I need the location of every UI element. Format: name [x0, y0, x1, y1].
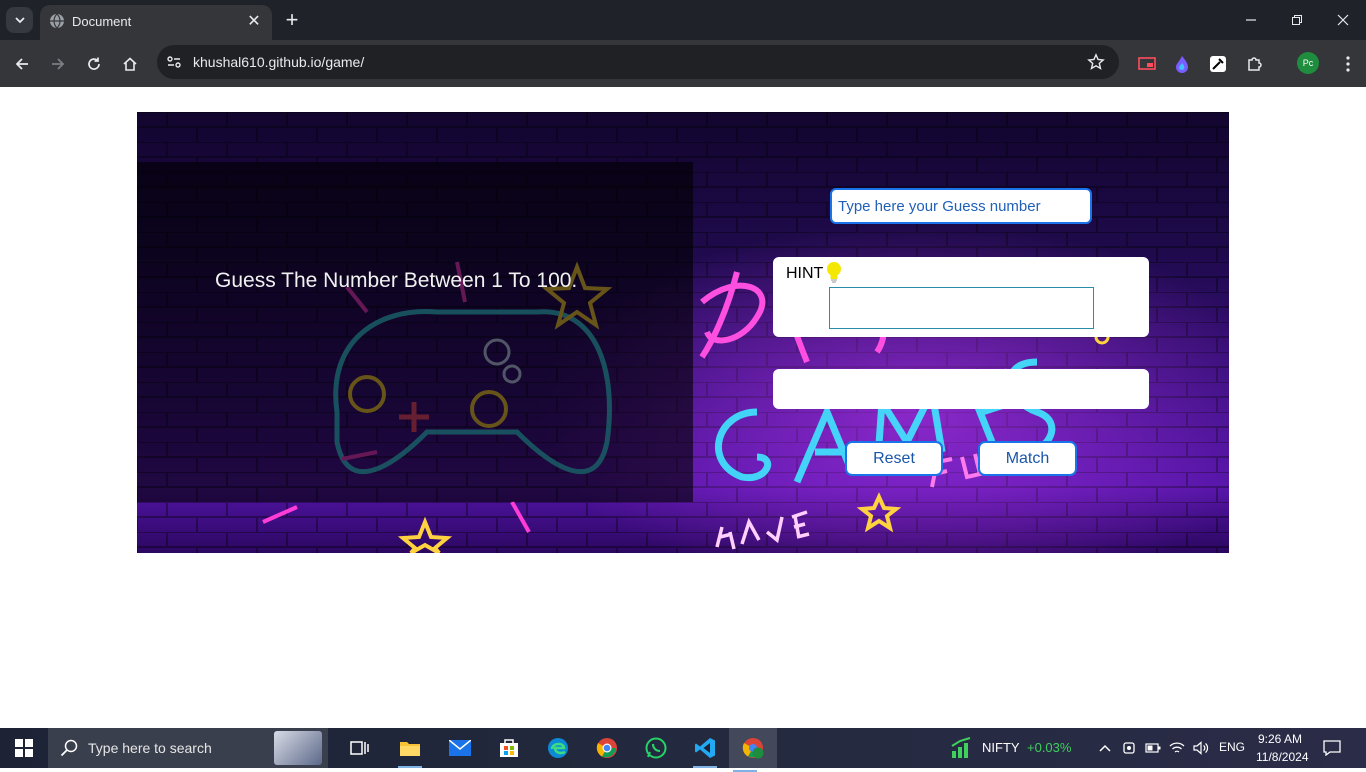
- result-display: [773, 369, 1149, 409]
- arrow-right-icon: [52, 58, 65, 70]
- close-icon: [1337, 14, 1349, 26]
- browser-menu-button[interactable]: [1334, 50, 1362, 78]
- start-button[interactable]: [0, 728, 48, 768]
- guess-input[interactable]: [830, 188, 1092, 224]
- hint-box: HINT: [773, 257, 1149, 337]
- extensions-button[interactable]: [1240, 50, 1268, 78]
- clock-date[interactable]: 11/8/2024: [1256, 750, 1309, 764]
- game-instruction: Guess The Number Between 1 To 100.: [215, 269, 578, 292]
- site-settings-icon[interactable]: [165, 53, 183, 71]
- tab-document[interactable]: Document ✕: [40, 5, 272, 40]
- instruction-panel: [137, 162, 693, 502]
- minimize-button[interactable]: [1228, 6, 1274, 34]
- arrow-left-icon: [15, 58, 28, 70]
- chrome-icon: [596, 738, 617, 758]
- task-view-button[interactable]: [344, 732, 376, 764]
- windows-logo-icon: [15, 739, 33, 757]
- home-icon: [123, 57, 137, 71]
- profile-avatar[interactable]: Pc: [1297, 52, 1319, 74]
- whatsapp-icon: [645, 737, 667, 759]
- forward-button[interactable]: [44, 50, 72, 78]
- search-placeholder: Type here to search: [88, 740, 212, 756]
- close-window-button[interactable]: [1320, 6, 1366, 34]
- nifty-change[interactable]: +0.03%: [1027, 740, 1071, 755]
- search-highlight-image: [274, 731, 322, 765]
- camera-icon[interactable]: [1120, 739, 1138, 757]
- url-text: khushal610.github.io/game/: [193, 54, 365, 70]
- nifty-label[interactable]: NIFTY: [982, 740, 1020, 755]
- microsoft-store-app[interactable]: [493, 732, 525, 764]
- search-icon: [60, 739, 78, 757]
- wifi-icon[interactable]: [1168, 739, 1186, 757]
- tab-title: Document: [72, 14, 132, 29]
- web-page: Guess The Number Between 1 To 100. HINT …: [0, 87, 1366, 728]
- language-indicator[interactable]: ENG: [1219, 740, 1245, 754]
- reset-button[interactable]: Reset: [845, 441, 943, 476]
- copilot-extension-button[interactable]: [1168, 50, 1196, 78]
- address-bar[interactable]: khushal610.github.io/game/: [157, 45, 1119, 79]
- browser-tab-bar: Document ✕ +: [0, 0, 1366, 40]
- vscode-icon: [695, 738, 715, 758]
- reload-button[interactable]: [80, 50, 108, 78]
- file-explorer-app[interactable]: [394, 732, 426, 768]
- notification-icon[interactable]: [1323, 739, 1341, 757]
- game-banner: Guess The Number Between 1 To 100. HINT …: [137, 112, 1229, 553]
- home-button[interactable]: [116, 50, 144, 78]
- browser-toolbar: khushal610.github.io/game/ Pc: [0, 40, 1366, 87]
- stock-chart-icon: [951, 737, 971, 758]
- edge-app[interactable]: [542, 732, 574, 764]
- hint-label: HINT: [786, 265, 824, 282]
- star-icon[interactable]: [1087, 53, 1105, 71]
- store-icon: [500, 739, 518, 757]
- chrome-app[interactable]: [591, 732, 623, 764]
- chrome-profile-icon: [742, 738, 764, 759]
- hint-output-field: [829, 287, 1094, 329]
- mail-app[interactable]: [444, 732, 476, 764]
- vscode-app[interactable]: [689, 732, 721, 768]
- chevron-up-icon[interactable]: [1096, 739, 1114, 757]
- windows-taskbar: Type here to search NIFTY +0.03% ENG 9:2…: [0, 728, 1366, 772]
- cast-icon: [1138, 57, 1156, 70]
- folder-icon: [400, 742, 420, 756]
- restore-button[interactable]: [1274, 6, 1320, 34]
- eyedropper-icon: [1210, 56, 1226, 72]
- clock-time[interactable]: 9:26 AM: [1258, 732, 1302, 746]
- back-button[interactable]: [8, 50, 36, 78]
- match-button[interactable]: Match: [978, 441, 1077, 476]
- battery-icon[interactable]: [1144, 739, 1162, 757]
- cast-extension-button[interactable]: [1133, 50, 1161, 78]
- chrome-profile-app-active[interactable]: [729, 728, 777, 772]
- color-picker-extension-button[interactable]: [1204, 50, 1232, 78]
- minimize-icon: [1246, 19, 1256, 21]
- task-view-icon: [350, 741, 369, 755]
- mail-icon: [449, 740, 471, 756]
- restore-icon: [1292, 15, 1302, 25]
- taskbar-search-box[interactable]: Type here to search: [48, 728, 328, 768]
- new-tab-button[interactable]: +: [280, 7, 304, 32]
- edge-icon: [548, 738, 568, 758]
- close-tab-icon[interactable]: ✕: [244, 11, 264, 31]
- globe-icon: [50, 13, 64, 29]
- chevron-down-icon: [14, 17, 25, 24]
- whatsapp-app[interactable]: [640, 732, 672, 764]
- puzzle-icon: [1248, 57, 1262, 71]
- reload-icon: [88, 57, 100, 70]
- flame-icon: [1176, 56, 1188, 73]
- tab-search-button[interactable]: [6, 7, 33, 33]
- volume-icon[interactable]: [1192, 739, 1210, 757]
- more-vert-icon: [1346, 56, 1350, 72]
- lightbulb-icon: [827, 262, 841, 283]
